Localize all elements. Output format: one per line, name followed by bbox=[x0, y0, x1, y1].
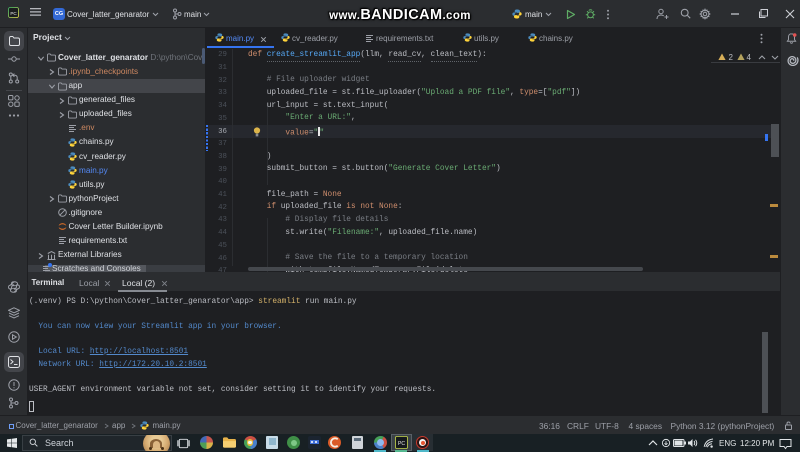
svg-text:PC: PC bbox=[397, 441, 404, 447]
svg-text:PC: PC bbox=[10, 11, 17, 16]
